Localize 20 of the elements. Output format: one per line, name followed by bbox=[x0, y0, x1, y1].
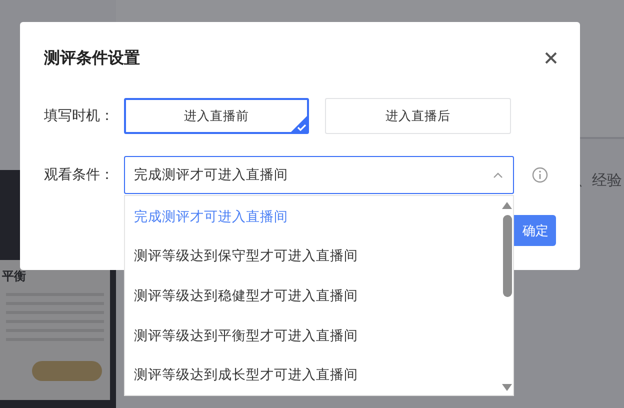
dropdown-option[interactable]: 测评等级达到平衡型才可进入直播间 bbox=[125, 316, 501, 356]
field-label: 观看条件： bbox=[44, 166, 115, 184]
scroll-down-icon[interactable] bbox=[502, 384, 512, 391]
condition-select[interactable]: 完成测评才可进入直播间 bbox=[124, 156, 514, 194]
action-pill bbox=[32, 361, 102, 381]
caret-icon bbox=[493, 172, 503, 178]
dialog-title: 测评条件设置 bbox=[44, 48, 140, 68]
check-corner-icon bbox=[290, 115, 308, 133]
scrollbar-thumb[interactable] bbox=[502, 215, 512, 296]
dropdown-option[interactable]: 完成测评才可进入直播间 bbox=[125, 197, 501, 237]
timing-option[interactable]: 进入直播后 bbox=[325, 98, 511, 134]
dropdown-option[interactable]: 测评等级达到成长型才可进入直播间 bbox=[125, 355, 501, 395]
scroll-up-icon[interactable] bbox=[502, 202, 512, 209]
dropdown-option[interactable]: 测评等级达到稳健型才可进入直播间 bbox=[125, 276, 501, 316]
field-label: 填写时机： bbox=[44, 107, 115, 125]
close-icon[interactable] bbox=[545, 52, 557, 64]
dropdown-option[interactable]: 测评等级达到保守型才可进入直播间 bbox=[125, 236, 501, 276]
card-heading: 平衡 bbox=[1, 268, 27, 285]
timing-option[interactable]: 进入直播前 bbox=[124, 98, 309, 134]
info-icon[interactable] bbox=[532, 167, 548, 183]
